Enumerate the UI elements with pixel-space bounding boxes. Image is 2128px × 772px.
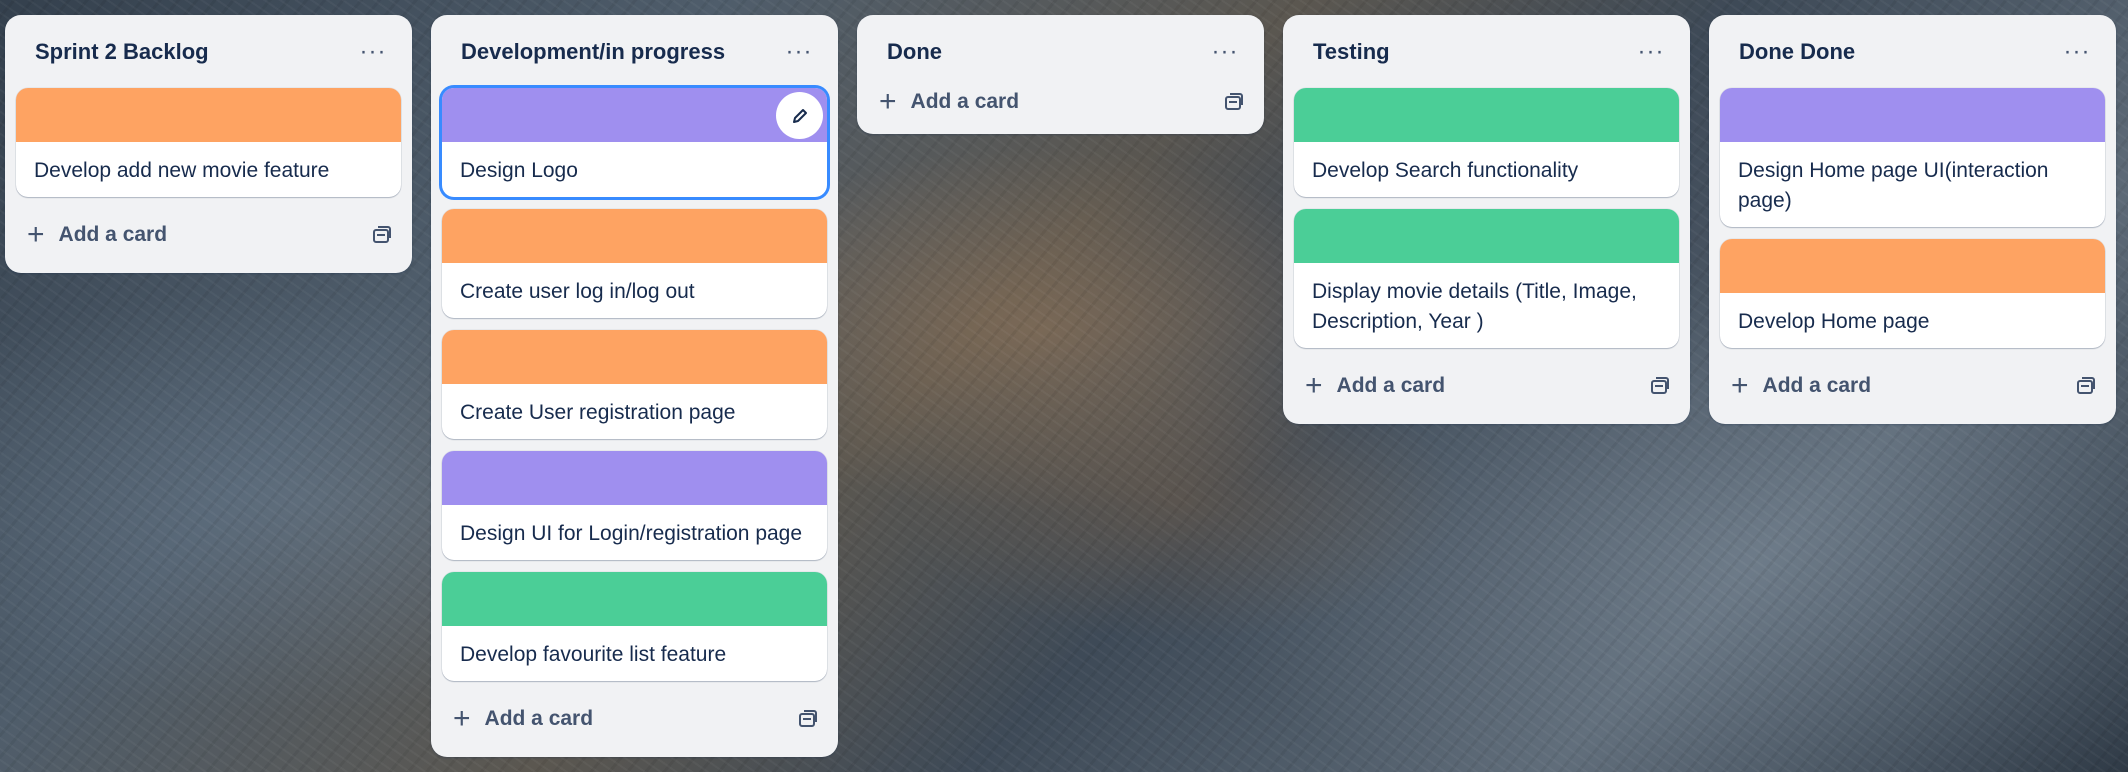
list-title[interactable]: Development/in progress — [461, 39, 725, 65]
list-header: Testing ··· — [1294, 15, 1679, 88]
card-title: Design Logo — [460, 159, 578, 182]
card[interactable]: Design UI for Login/registration page — [442, 451, 827, 560]
pencil-icon[interactable] — [776, 92, 823, 139]
add-card-button[interactable]: + Add a card — [879, 87, 1019, 117]
card-cover — [442, 88, 827, 142]
list-development-in-progress: Development/in progress ··· Design Logo … — [431, 15, 838, 757]
list-actions-ellipsis-icon[interactable]: ··· — [779, 32, 819, 72]
card[interactable]: Develop favourite list feature — [442, 572, 827, 681]
list-actions-ellipsis-icon[interactable]: ··· — [353, 32, 393, 72]
card-cover — [16, 88, 401, 142]
board-canvas: Sprint 2 Backlog ··· Develop add new mov… — [0, 0, 2128, 772]
card-cover — [442, 209, 827, 263]
add-card-row: + Add a card — [16, 209, 401, 261]
card-cover — [1720, 88, 2105, 142]
add-card-label: Add a card — [58, 223, 168, 246]
card-title: Design UI for Login/registration page — [460, 522, 803, 545]
card-template-icon[interactable] — [369, 222, 395, 248]
card-title: Create User registration page — [460, 401, 736, 424]
list-title[interactable]: Done — [887, 39, 942, 65]
card[interactable]: Develop Search functionality — [1294, 88, 1679, 197]
card-cover — [1294, 88, 1679, 142]
add-card-button[interactable]: + Add a card — [453, 704, 593, 734]
list-header: Done Done ··· — [1720, 15, 2105, 88]
card-title: Design Home page UI(interaction page) — [1738, 159, 2049, 212]
card-template-icon[interactable] — [2073, 373, 2099, 399]
card-template-icon[interactable] — [1221, 89, 1247, 115]
add-card-row: + Add a card — [442, 693, 827, 745]
card-title: Develop add new movie feature — [34, 159, 330, 182]
card-title: Display movie details (Title, Image, Des… — [1312, 280, 1637, 333]
card-cover — [442, 330, 827, 384]
card-template-icon[interactable] — [795, 706, 821, 732]
card[interactable]: Create User registration page — [442, 330, 827, 439]
plus-icon: + — [1305, 369, 1323, 402]
plus-icon: + — [879, 85, 897, 118]
list-header: Development/in progress ··· — [442, 15, 827, 88]
add-card-row: + Add a card — [868, 76, 1253, 128]
add-card-button[interactable]: + Add a card — [27, 220, 167, 250]
card-cover — [1720, 239, 2105, 293]
card-title: Develop favourite list feature — [460, 643, 727, 666]
card[interactable]: Develop add new movie feature — [16, 88, 401, 197]
card[interactable]: Display movie details (Title, Image, Des… — [1294, 209, 1679, 348]
plus-icon: + — [1731, 369, 1749, 402]
card-title: Develop Home page — [1738, 310, 1930, 333]
list-title[interactable]: Done Done — [1739, 39, 1855, 65]
add-card-label: Add a card — [910, 90, 1020, 113]
list-header: Sprint 2 Backlog ··· — [16, 15, 401, 88]
plus-icon: + — [453, 702, 471, 735]
add-card-row: + Add a card — [1720, 360, 2105, 412]
list-testing: Testing ··· Develop Search functionality… — [1283, 15, 1690, 424]
card[interactable]: Create user log in/log out — [442, 209, 827, 318]
list-title[interactable]: Testing — [1313, 39, 1390, 65]
list-title[interactable]: Sprint 2 Backlog — [35, 39, 209, 65]
add-card-row: + Add a card — [1294, 360, 1679, 412]
add-card-button[interactable]: + Add a card — [1731, 371, 1871, 401]
list-done-done: Done Done ··· Design Home page UI(intera… — [1709, 15, 2116, 424]
card-cover — [442, 572, 827, 626]
add-card-label: Add a card — [484, 707, 594, 730]
card-title: Develop Search functionality — [1312, 159, 1579, 182]
add-card-label: Add a card — [1762, 374, 1872, 397]
card[interactable]: Design Logo — [442, 88, 827, 197]
card-template-icon[interactable] — [1647, 373, 1673, 399]
list-sprint-2-backlog: Sprint 2 Backlog ··· Develop add new mov… — [5, 15, 412, 273]
list-done: Done ··· + Add a card — [857, 15, 1264, 134]
card-cover — [442, 451, 827, 505]
list-actions-ellipsis-icon[interactable]: ··· — [1631, 32, 1671, 72]
card-title: Create user log in/log out — [460, 280, 695, 303]
add-card-button[interactable]: + Add a card — [1305, 371, 1445, 401]
add-card-label: Add a card — [1336, 374, 1446, 397]
card-cover — [1294, 209, 1679, 263]
list-actions-ellipsis-icon[interactable]: ··· — [2057, 32, 2097, 72]
list-actions-ellipsis-icon[interactable]: ··· — [1205, 32, 1245, 72]
card[interactable]: Develop Home page — [1720, 239, 2105, 348]
plus-icon: + — [27, 218, 45, 251]
card[interactable]: Design Home page UI(interaction page) — [1720, 88, 2105, 227]
